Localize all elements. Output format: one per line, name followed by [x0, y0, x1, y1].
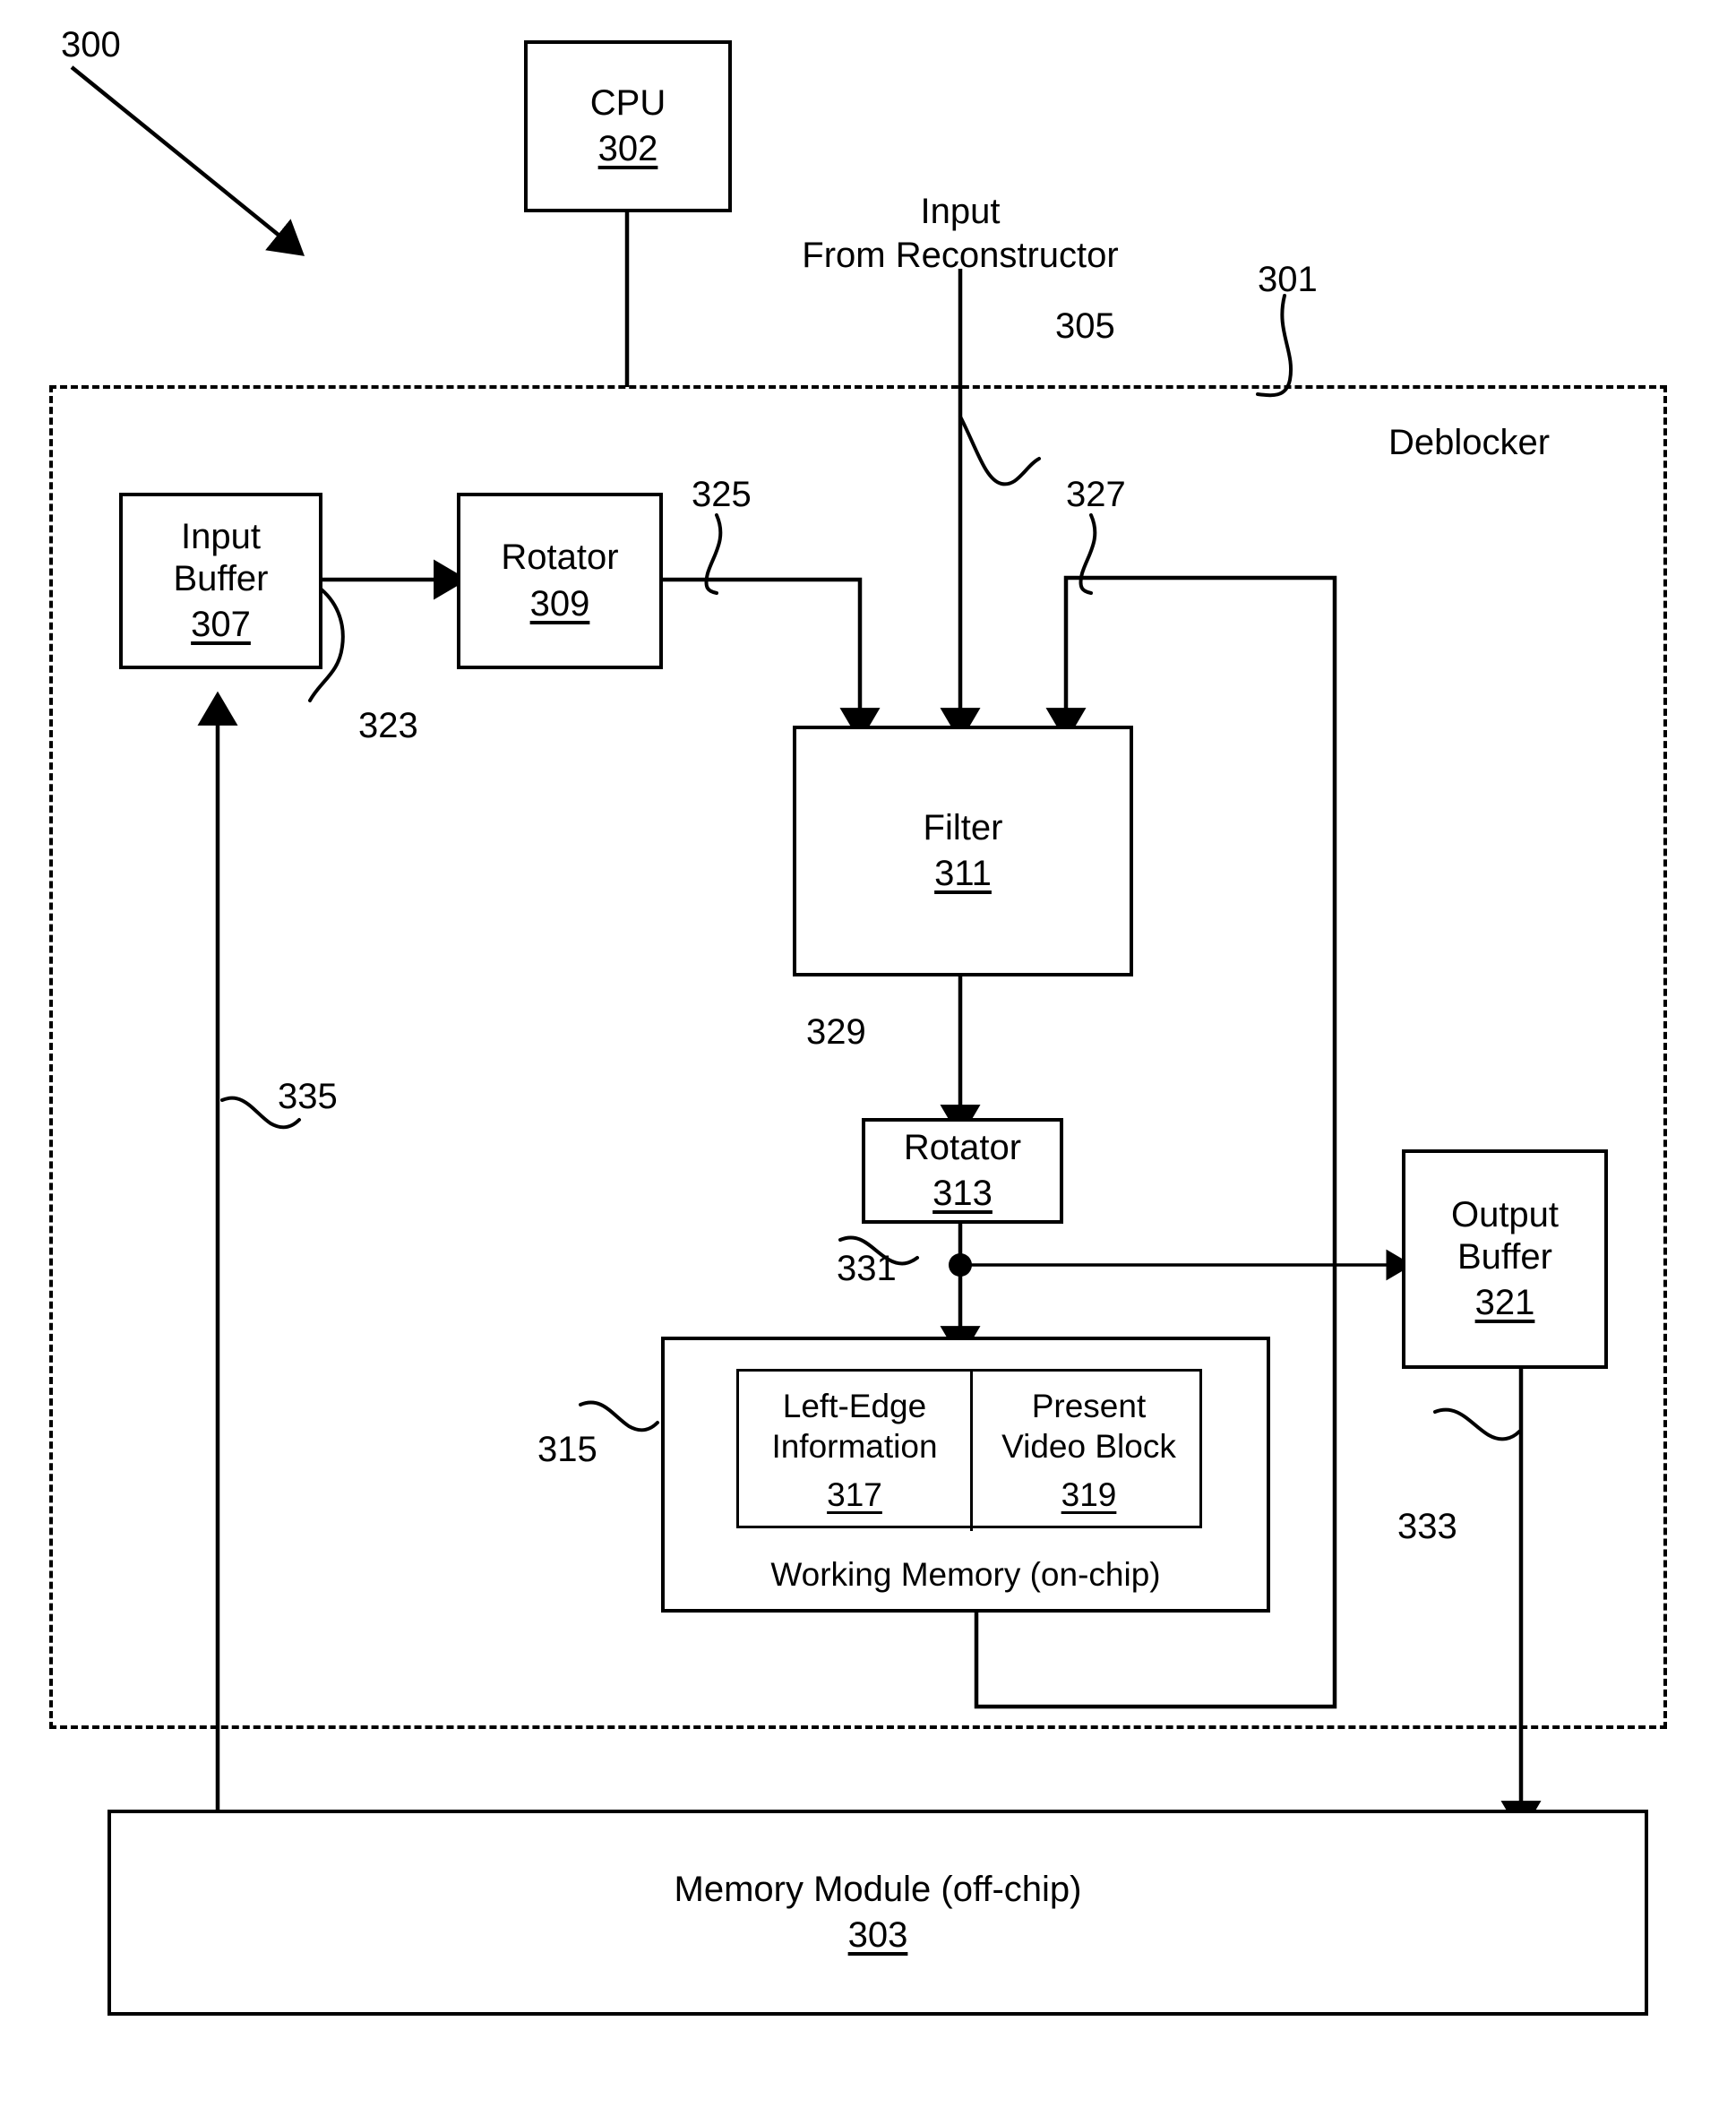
block-rotator-output-title: Rotator — [903, 1127, 1022, 1167]
figure-number: 300 — [61, 25, 121, 65]
block-present-video-block-ref: 319 — [1061, 1476, 1117, 1514]
block-filter-ref: 311 — [934, 854, 992, 893]
figure-canvas: 300 CPU 302 Input From Reconstructor Deb… — [0, 0, 1736, 2116]
block-present-video-block[interactable]: Present Video Block 319 — [973, 1372, 1205, 1531]
block-filter[interactable]: Filter 311 — [793, 726, 1133, 976]
block-rotator-input-title: Rotator — [501, 538, 619, 578]
block-cpu-ref: 302 — [597, 129, 658, 168]
block-rotator-input[interactable]: Rotator 309 — [457, 493, 663, 669]
signal-label-331: 331 — [837, 1249, 897, 1288]
figure-lead-arrow — [70, 65, 305, 256]
block-working-memory[interactable]: Left-Edge Information 317 Present Video … — [661, 1337, 1270, 1613]
deblocker-label: Deblocker — [1388, 423, 1551, 462]
block-left-edge-information-ref: 317 — [827, 1476, 882, 1514]
signal-label-301: 301 — [1258, 260, 1318, 299]
block-working-memory-title: Working Memory (on-chip) — [770, 1556, 1161, 1593]
signal-label-323: 323 — [358, 706, 418, 745]
block-input-buffer[interactable]: Input Buffer 307 — [119, 493, 322, 669]
block-output-buffer-title: Output Buffer — [1450, 1194, 1560, 1277]
block-rotator-output[interactable]: Rotator 313 — [862, 1118, 1063, 1224]
block-rotator-input-ref: 309 — [529, 583, 590, 624]
signal-label-327: 327 — [1066, 475, 1126, 514]
signal-label-333: 333 — [1397, 1507, 1457, 1546]
block-input-buffer-title: Input Buffer — [173, 516, 269, 598]
block-cpu[interactable]: CPU 302 — [524, 40, 732, 212]
leader-301 — [1256, 294, 1293, 398]
block-left-edge-information[interactable]: Left-Edge Information 317 — [739, 1372, 970, 1531]
signal-label-329: 329 — [806, 1012, 866, 1052]
signal-label-325: 325 — [692, 475, 752, 514]
block-cpu-title: CPU — [589, 82, 666, 123]
block-memory-module[interactable]: Memory Module (off-chip) 303 — [107, 1810, 1648, 2016]
block-memory-module-title: Memory Module (off-chip) — [674, 1869, 1082, 1909]
block-rotator-output-ref: 313 — [932, 1174, 993, 1213]
signal-label-335: 335 — [278, 1077, 338, 1116]
input-source-label: Input From Reconstructor — [802, 192, 1119, 275]
block-present-video-block-title: Present Video Block — [1001, 1388, 1176, 1465]
block-filter-title: Filter — [923, 807, 1003, 847]
block-left-edge-information-title: Left-Edge Information — [771, 1388, 938, 1465]
signal-label-315: 315 — [537, 1430, 597, 1469]
block-output-buffer-ref: 321 — [1474, 1283, 1535, 1323]
block-memory-module-ref: 303 — [847, 1915, 908, 1955]
signal-label-305: 305 — [1055, 306, 1115, 346]
block-input-buffer-ref: 307 — [191, 605, 251, 645]
working-memory-subblocks: Left-Edge Information 317 Present Video … — [736, 1369, 1205, 1531]
block-output-buffer[interactable]: Output Buffer 321 — [1402, 1149, 1608, 1369]
